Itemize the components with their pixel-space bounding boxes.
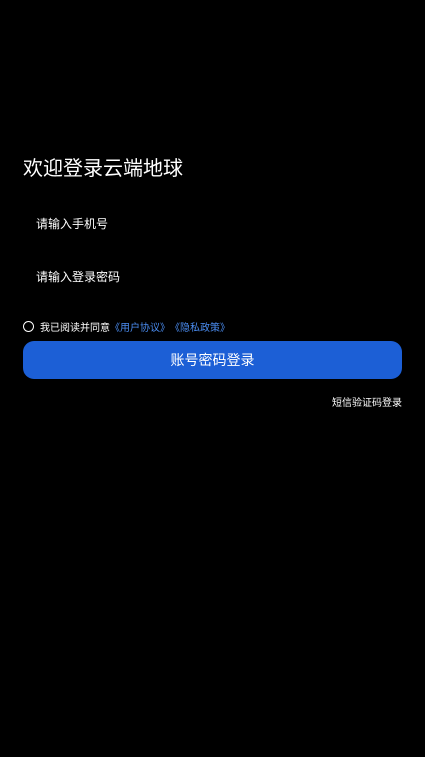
agreement-prefix: 我已阅读并同意 [40,322,110,334]
password-input[interactable] [23,255,402,299]
page-title: 欢迎登录云端地球 [23,156,183,180]
password-login-button[interactable]: 账号密码登录 [23,341,402,379]
user-agreement-link[interactable]: 《用户协议》 [110,319,170,334]
agreement-checkbox[interactable] [23,320,34,332]
phone-input[interactable] [23,202,402,246]
sms-login-link[interactable]: 短信验证码登录 [332,394,402,409]
privacy-policy-link[interactable]: 《隐私政策》 [170,319,230,334]
agreement-row: 我已阅读并同意 《用户协议》 《隐私政策》 [23,318,230,334]
